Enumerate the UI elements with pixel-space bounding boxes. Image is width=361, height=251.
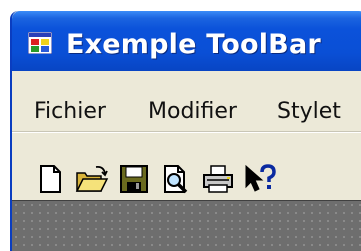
print-button[interactable] [200, 162, 236, 196]
save-button[interactable] [116, 162, 152, 196]
toolbar [12, 132, 361, 200]
menu-fichier[interactable]: Fichier [34, 99, 106, 124]
menu-bar: Fichier Modifier Stylet [12, 71, 361, 132]
new-document-icon [33, 163, 67, 195]
menu-modifier[interactable]: Modifier [148, 99, 237, 124]
print-icon [201, 163, 235, 195]
drawing-area[interactable] [12, 200, 361, 251]
help-button[interactable] [242, 162, 278, 196]
save-icon [117, 163, 151, 195]
print-preview-button[interactable] [158, 162, 194, 196]
window-title: Exemple ToolBar [66, 29, 321, 60]
app-window: Exemple ToolBar Fichier Modifier Stylet [10, 11, 361, 251]
new-button[interactable] [32, 162, 68, 196]
open-button[interactable] [74, 162, 110, 196]
menu-stylet[interactable]: Stylet [277, 99, 341, 124]
print-preview-icon [159, 163, 193, 195]
title-bar[interactable]: Exemple ToolBar [12, 11, 361, 71]
open-folder-icon [75, 163, 109, 195]
app-icon [27, 31, 53, 55]
help-pointer-icon [243, 163, 277, 195]
